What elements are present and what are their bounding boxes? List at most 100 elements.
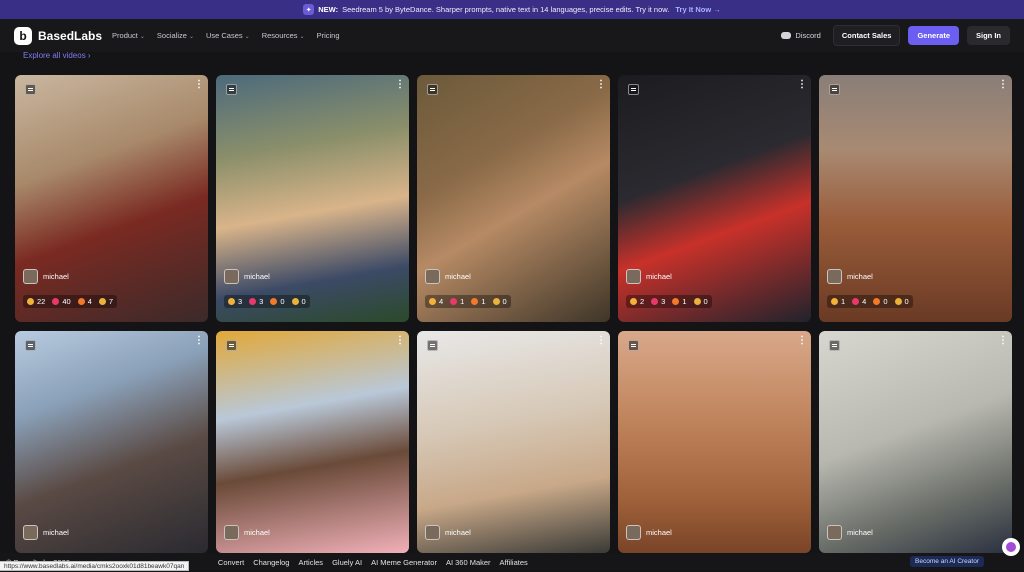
footer-link-convert[interactable]: Convert — [218, 558, 244, 567]
card-user[interactable]: michael — [425, 525, 471, 540]
reaction-smile[interactable]: 0 — [492, 297, 507, 306]
reaction-smile[interactable]: 7 — [98, 297, 113, 306]
reaction-smile[interactable]: 0 — [894, 297, 909, 306]
reaction-laugh[interactable]: 1 — [672, 297, 687, 306]
video-card[interactable]: ⋮ michael — [819, 331, 1012, 553]
more-options-icon[interactable]: ⋮ — [194, 80, 204, 90]
footer-link-gluely[interactable]: Gluely AI — [332, 558, 362, 567]
reaction-smile[interactable]: 0 — [693, 297, 708, 306]
prompt-icon[interactable] — [628, 84, 639, 95]
video-card[interactable]: ⋮ michael 22 40 4 7 — [15, 75, 208, 322]
card-user[interactable]: michael — [224, 269, 270, 284]
menu-use-cases-label: Use Cases — [205, 31, 243, 40]
reaction-smile[interactable]: 0 — [291, 297, 306, 306]
reaction-count: 3 — [259, 297, 264, 306]
sign-in-button[interactable]: Sign In — [967, 26, 1010, 45]
laugh-icon — [471, 298, 479, 305]
menu-socialize[interactable]: Socialize ⌄ — [157, 31, 194, 40]
seedream-icon: ✦ — [303, 4, 315, 15]
prompt-icon[interactable] — [25, 340, 36, 351]
reaction-laugh[interactable]: 0 — [270, 297, 285, 306]
chevron-down-icon: ⌄ — [188, 34, 194, 40]
footer-link-articles[interactable]: Articles — [298, 558, 323, 567]
reaction-count: 3 — [661, 297, 666, 306]
video-card[interactable]: ⋮ michael 3 3 0 0 — [216, 75, 409, 322]
avatar — [827, 525, 842, 540]
generate-button[interactable]: Generate — [908, 26, 959, 45]
footer-link-changelog[interactable]: Changelog — [253, 558, 289, 567]
card-user[interactable]: michael — [425, 269, 471, 284]
card-user[interactable]: michael — [827, 525, 873, 540]
reaction-heart[interactable]: 3 — [249, 297, 263, 306]
smile-icon — [98, 298, 106, 305]
card-user[interactable]: michael — [224, 525, 270, 540]
reaction-thumbs-up[interactable]: 3 — [228, 297, 242, 306]
announcement-banner[interactable]: ✦ NEW: Seedream 5 by ByteDance. Sharper … — [0, 0, 1024, 19]
reaction-thumbs-up[interactable]: 22 — [27, 297, 45, 306]
footer-link-meme-generator[interactable]: AI Meme Generator — [371, 558, 437, 567]
reaction-laugh[interactable]: 4 — [77, 297, 92, 306]
reaction-bar: 22 40 4 7 — [23, 295, 118, 308]
menu-pricing[interactable]: Pricing — [317, 31, 340, 40]
more-options-icon[interactable]: ⋮ — [596, 80, 606, 90]
video-card[interactable]: ⋮ michael 1 4 0 0 — [819, 75, 1012, 322]
reaction-count: 1 — [460, 297, 465, 306]
prompt-icon[interactable] — [226, 84, 237, 95]
video-card[interactable]: ⋮ michael 4 1 1 0 — [417, 75, 610, 322]
card-user[interactable]: michael — [23, 525, 69, 540]
more-options-icon[interactable]: ⋮ — [194, 336, 204, 346]
prompt-icon[interactable] — [829, 340, 840, 351]
prompt-icon[interactable] — [829, 84, 840, 95]
reaction-laugh[interactable]: 0 — [873, 297, 888, 306]
prompt-icon[interactable] — [25, 84, 36, 95]
card-user[interactable]: michael — [626, 269, 672, 284]
heart-icon — [651, 298, 659, 305]
card-user[interactable]: michael — [626, 525, 672, 540]
video-card[interactable]: ⋮ michael 2 3 1 0 — [618, 75, 811, 322]
discord-icon — [781, 32, 792, 39]
prompt-icon[interactable] — [226, 340, 237, 351]
prompt-icon[interactable] — [427, 340, 438, 351]
prompt-icon[interactable] — [628, 340, 639, 351]
card-user[interactable]: michael — [827, 269, 873, 284]
reaction-heart[interactable]: 40 — [52, 297, 71, 306]
explore-all-videos-link[interactable]: Explore all videos › — [23, 51, 91, 60]
reaction-heart[interactable]: 1 — [450, 297, 464, 306]
become-creator-button[interactable]: Become an AI Creator — [910, 556, 984, 567]
reaction-bar: 4 1 1 0 — [425, 295, 511, 308]
reaction-heart[interactable]: 4 — [852, 297, 866, 306]
banner-try-link[interactable]: Try It Now → — [675, 5, 720, 14]
reaction-count: 0 — [883, 297, 888, 306]
footer-link-affiliates[interactable]: Affiliates — [500, 558, 528, 567]
avatar — [224, 525, 239, 540]
footer-link-360-maker[interactable]: AI 360 Maker — [446, 558, 491, 567]
video-card[interactable]: ⋮ michael — [15, 331, 208, 553]
more-options-icon[interactable]: ⋮ — [998, 80, 1008, 90]
contact-sales-button[interactable]: Contact Sales — [832, 25, 901, 46]
more-options-icon[interactable]: ⋮ — [797, 80, 807, 90]
prompt-icon[interactable] — [427, 84, 438, 95]
discord-link[interactable]: Discord — [781, 31, 821, 40]
more-options-icon[interactable]: ⋮ — [596, 336, 606, 346]
menu-product[interactable]: Product ⌄ — [112, 31, 145, 40]
reaction-thumbs-up[interactable]: 1 — [831, 297, 845, 306]
more-options-icon[interactable]: ⋮ — [395, 80, 405, 90]
reaction-count: 0 — [301, 297, 306, 306]
menu-use-cases[interactable]: Use Cases ⌄ — [206, 31, 250, 40]
reaction-count: 4 — [87, 297, 92, 306]
brand-logo[interactable]: b BasedLabs — [14, 26, 102, 45]
more-options-icon[interactable]: ⋮ — [797, 336, 807, 346]
chat-fab-button[interactable] — [1002, 538, 1020, 556]
video-card[interactable]: ⋮ michael — [618, 331, 811, 553]
video-card[interactable]: ⋮ michael — [216, 331, 409, 553]
avatar — [626, 525, 641, 540]
reaction-thumbs-up[interactable]: 2 — [630, 297, 644, 306]
more-options-icon[interactable]: ⋮ — [395, 336, 405, 346]
more-options-icon[interactable]: ⋮ — [998, 336, 1008, 346]
reaction-heart[interactable]: 3 — [651, 297, 665, 306]
reaction-laugh[interactable]: 1 — [471, 297, 486, 306]
card-user[interactable]: michael — [23, 269, 69, 284]
reaction-thumbs-up[interactable]: 4 — [429, 297, 443, 306]
video-card[interactable]: ⋮ michael — [417, 331, 610, 553]
menu-resources[interactable]: Resources ⌄ — [262, 31, 305, 40]
